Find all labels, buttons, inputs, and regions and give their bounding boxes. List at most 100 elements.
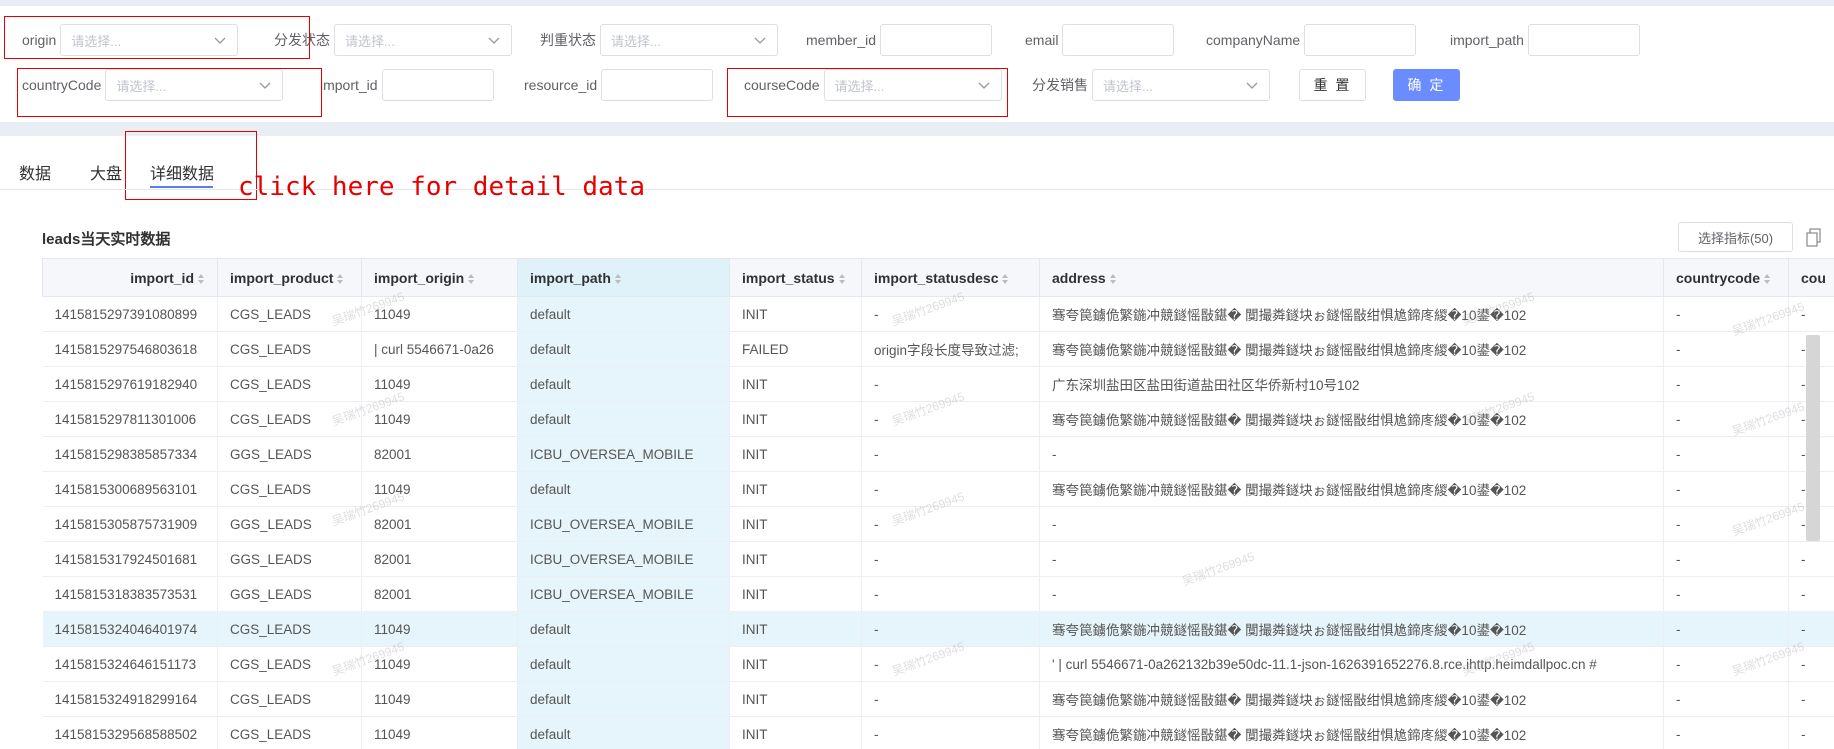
table-cell-import-statusdesc: -: [861, 296, 1040, 332]
table-row[interactable]: 1415815324918299164 CGS_LEADS 11049 default…: [42, 681, 1834, 717]
sort-icon[interactable]: [614, 273, 622, 285]
dispatch-status-select[interactable]: 请选择...: [334, 24, 512, 56]
table-cell-import-origin: 11049: [361, 471, 518, 507]
table-row[interactable]: 1415815324046401974 CGS_LEADS 11049 default…: [42, 611, 1834, 647]
email-input[interactable]: [1062, 24, 1175, 56]
column-header-import-origin[interactable]: import_origin: [361, 258, 518, 297]
table-cell-address: ' | curl 5546671-0a262132b39e50dc-11.1-j…: [1039, 646, 1664, 682]
table-cell-import-path: ICBU_OVERSEA_MOBILE: [517, 436, 730, 472]
table-cell-import-product: GGS_LEADS: [217, 506, 362, 542]
sort-icon[interactable]: [1001, 273, 1009, 285]
select-metrics-button[interactable]: 选择指标(50): [1678, 222, 1793, 252]
table-cell-import-origin: 82001: [361, 541, 518, 577]
column-header-import-product[interactable]: import_product: [217, 258, 362, 297]
import-path-input[interactable]: [1527, 24, 1640, 56]
table-cell-import-origin: 11049: [361, 296, 518, 332]
filter-judge-status: 判重状态 请选择...: [540, 24, 778, 56]
table-cell-import-status: INIT: [729, 366, 862, 402]
column-header-label: cou: [1801, 269, 1826, 286]
sort-icon[interactable]: [1109, 273, 1117, 285]
annotation-box-country-code: [17, 68, 322, 117]
table-row[interactable]: 1415815318383573531 GGS_LEADS 82001 ICBU_OV…: [42, 576, 1834, 612]
member-id-input[interactable]: [880, 24, 993, 56]
tab-detail-data[interactable]: 详细数据: [150, 160, 214, 184]
table-cell-import-id: 1415815329568588502: [42, 716, 218, 749]
sort-icon[interactable]: [838, 273, 846, 285]
table-cell-import-statusdesc: -: [861, 436, 1040, 472]
table-cell-address: 骞夸笢鐪佹繁鍦冲競鐩愮敯鍖� 闃撮粦鐩块ぉ鐩愮敯绀惧尯鍗庝緵�10鍙�102: [1039, 681, 1664, 717]
table-cell-import-product: GGS_LEADS: [217, 576, 362, 612]
filter-dispatch-sales: 分发销售 请选择...: [1032, 69, 1270, 101]
table-row[interactable]: 1415815317924501681 GGS_LEADS 82001 ICBU_OV…: [42, 541, 1834, 577]
section-divider: [0, 122, 1834, 136]
table-cell-import-product: CGS_LEADS: [217, 681, 362, 717]
table-row[interactable]: 1415815305875731909 GGS_LEADS 82001 ICBU_OV…: [42, 506, 1834, 542]
dispatch-sales-select[interactable]: 请选择...: [1092, 69, 1270, 101]
table-cell-address: 骞夸笢鐪佹繁鍦冲競鐩愮敯鍖� 闃撮粦鐩块ぉ鐩愮敯绀惧尯鍗庝緵�10鍙�102: [1039, 471, 1664, 507]
table-cell-import-path: ICBU_OVERSEA_MOBILE: [517, 506, 730, 542]
table-row[interactable]: 1415815297619182940 CGS_LEADS 11049 default…: [42, 366, 1834, 402]
table-cell-countrycode: -: [1663, 331, 1789, 367]
table-cell-cou: -: [1788, 296, 1834, 332]
import-id-input[interactable]: [381, 69, 494, 101]
column-header-cou[interactable]: cou: [1788, 258, 1834, 297]
table-cell-import-product: GGS_LEADS: [217, 541, 362, 577]
sort-icon[interactable]: [467, 273, 475, 285]
column-header-label: import_id: [130, 269, 194, 286]
judge-status-select[interactable]: 请选择...: [600, 24, 778, 56]
table-row[interactable]: 1415815297546803618 CGS_LEADS | curl 55466…: [42, 331, 1834, 367]
table-cell-import-id: 1415815300689563101: [42, 471, 218, 507]
column-header-import-statusdesc[interactable]: import_statusdesc: [861, 258, 1040, 297]
active-tab-indicator: [150, 186, 213, 188]
table-cell-import-path: default: [517, 716, 730, 749]
table-cell-countrycode: -: [1663, 506, 1789, 542]
filter-member-id: member_id: [806, 24, 993, 56]
confirm-button[interactable]: 确 定: [1393, 69, 1460, 101]
tab-data[interactable]: 数据: [19, 160, 51, 184]
column-header-address[interactable]: address: [1039, 258, 1664, 297]
filter-email-label: email: [1025, 32, 1059, 48]
column-header-import-id[interactable]: import_id: [42, 258, 218, 297]
copy-icon[interactable]: [1806, 228, 1822, 248]
company-name-input[interactable]: [1304, 24, 1417, 56]
table-row[interactable]: 1415815298385857334 GGS_LEADS 82001 ICBU_OV…: [42, 436, 1834, 472]
table-cell-import-path: default: [517, 471, 730, 507]
column-header-import-path[interactable]: import_path: [517, 258, 730, 297]
table-row[interactable]: 1415815297811301006 CGS_LEADS 11049 default…: [42, 401, 1834, 437]
table-cell-countrycode: -: [1663, 541, 1789, 577]
filter-import-path: import_path: [1450, 24, 1640, 56]
table-cell-import-path: default: [517, 401, 730, 437]
table-cell-import-statusdesc: -: [861, 401, 1040, 437]
vertical-scrollbar[interactable]: [1806, 335, 1820, 541]
table-row[interactable]: 1415815297391080899 CGS_LEADS 11049 default…: [42, 296, 1834, 332]
table-cell-import-path: ICBU_OVERSEA_MOBILE: [517, 541, 730, 577]
sort-icon[interactable]: [336, 273, 344, 285]
table-cell-countrycode: -: [1663, 681, 1789, 717]
table-row[interactable]: 1415815300689563101 CGS_LEADS 11049 default…: [42, 471, 1834, 507]
column-header-label: import_product: [230, 269, 334, 286]
column-header-countrycode[interactable]: countrycode: [1663, 258, 1789, 297]
judge-status-placeholder: 请选择...: [611, 33, 661, 49]
table-cell-address: 广东深圳盐田区盐田街道盐田社区华侨新村10号102: [1039, 366, 1664, 402]
sort-icon[interactable]: [197, 273, 205, 285]
table-cell-import-product: CGS_LEADS: [217, 611, 362, 647]
filter-import-path-label: import_path: [1450, 32, 1524, 48]
table-cell-import-id: 1415815318383573531: [42, 576, 218, 612]
annotation-box-course-code: [727, 68, 1008, 117]
filter-dispatch-sales-label: 分发销售: [1032, 77, 1088, 93]
tab-overview[interactable]: 大盘: [90, 160, 122, 184]
column-header-import-status[interactable]: import_status: [729, 258, 862, 297]
table-cell-import-origin: 11049: [361, 646, 518, 682]
table-cell-countrycode: -: [1663, 401, 1789, 437]
reset-button[interactable]: 重 置: [1299, 69, 1366, 101]
table-row[interactable]: 1415815324646151173 CGS_LEADS 11049 default…: [42, 646, 1834, 682]
sort-icon[interactable]: [1763, 273, 1771, 285]
column-header-label: import_origin: [374, 269, 465, 286]
table-row[interactable]: 1415815329568588502 CGS_LEADS 11049 default…: [42, 716, 1834, 749]
filter-import-id: import_id: [320, 69, 494, 101]
table-cell-import-id: 1415815324646151173: [42, 646, 218, 682]
table-cell-import-origin: 11049: [361, 611, 518, 647]
table-cell-import-origin: | curl 5546671-0a26: [361, 331, 518, 367]
table-cell-import-path: default: [517, 681, 730, 717]
resource-id-input[interactable]: [601, 69, 714, 101]
